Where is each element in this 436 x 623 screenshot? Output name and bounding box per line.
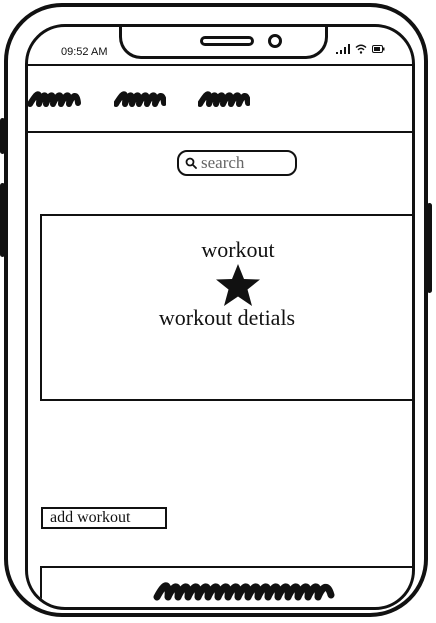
search-icon (185, 157, 197, 169)
status-time: 09:52 AM (61, 46, 108, 58)
workout-card[interactable]: workout workout detials (40, 214, 412, 401)
notch (119, 27, 328, 59)
side-button-left-2 (0, 183, 5, 257)
search-placeholder: search (201, 153, 245, 172)
workout-details: workout detials (158, 305, 296, 330)
status-icons (336, 44, 385, 54)
nav-scribble-3[interactable] (198, 87, 250, 111)
star-icon[interactable] (215, 263, 261, 307)
footer-scribble[interactable] (153, 576, 337, 604)
header-bar (28, 64, 412, 133)
search-input[interactable]: search (177, 150, 297, 176)
speaker (200, 36, 254, 46)
add-workout-button[interactable]: add workout (41, 507, 167, 529)
nav-scribble-2[interactable] (114, 87, 166, 111)
side-button-right (427, 203, 432, 293)
wifi-icon (355, 44, 367, 54)
side-button-left-1 (0, 118, 5, 154)
phone-frame: 09:52 AM search workout workout detials … (0, 3, 432, 617)
camera (268, 34, 282, 48)
footer-bar (40, 566, 412, 607)
phone-screen: 09:52 AM search workout workout detials … (25, 24, 415, 610)
workout-title: workout (201, 237, 275, 262)
signal-icon (336, 44, 350, 54)
nav-scribble-1[interactable] (28, 87, 82, 111)
battery-icon (372, 45, 385, 53)
